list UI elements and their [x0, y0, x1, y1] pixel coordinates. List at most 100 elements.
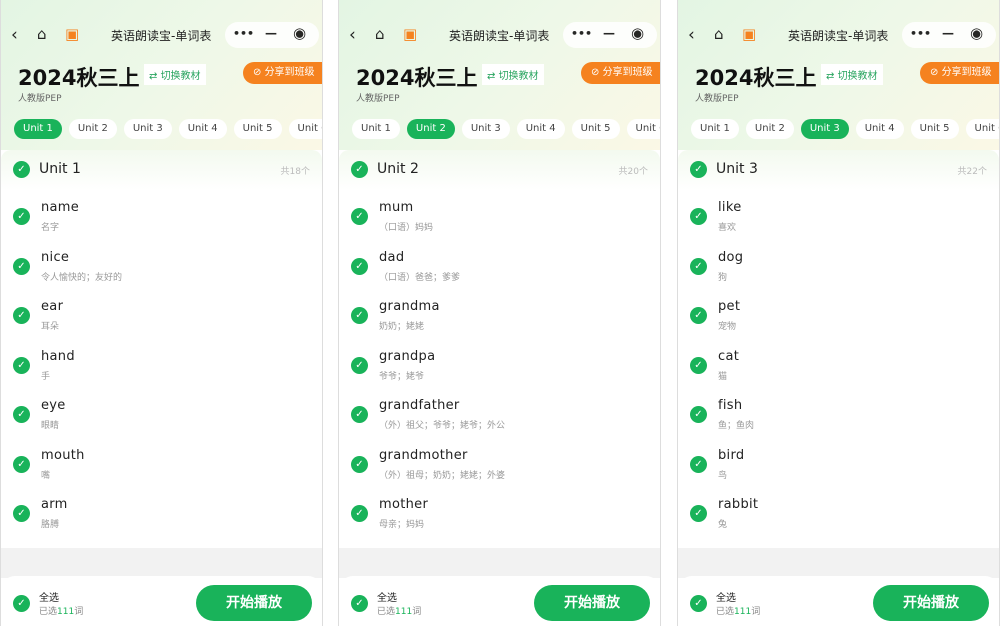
check-icon[interactable]: ✓ [13, 455, 30, 473]
switch-textbook-button[interactable]: ⇄ 切换教材 [482, 64, 544, 85]
more-icon[interactable]: ••• [910, 27, 931, 40]
select-all-label[interactable]: 全选 [377, 589, 397, 604]
word-item[interactable]: ✓ ear 耳朵 [1, 295, 322, 345]
tab-unit-1[interactable]: Unit 1 [691, 119, 739, 139]
more-icon[interactable]: ••• [233, 27, 254, 40]
close-icon[interactable]: ◉ [631, 24, 644, 42]
check-icon[interactable]: ✓ [690, 406, 707, 423]
check-icon[interactable]: ✓ [690, 356, 707, 374]
word-item[interactable]: ✓ mother 母亲；妈妈 [339, 493, 660, 543]
home-icon[interactable]: ⌂ [375, 25, 385, 43]
minimize-icon[interactable]: — [265, 26, 277, 40]
home-icon[interactable]: ⌂ [37, 25, 47, 43]
check-icon[interactable]: ✓ [13, 505, 30, 522]
tab-unit-1[interactable]: Unit 1 [352, 119, 400, 139]
tab-unit-2[interactable]: Unit 2 [68, 119, 117, 139]
chevron-left-icon[interactable]: ‹ [11, 25, 18, 45]
select-all-check-icon[interactable]: ✓ [13, 595, 30, 612]
word-item[interactable]: ✓ arm 胳膊 [1, 493, 322, 543]
tab-unit-4[interactable]: Unit 4 [516, 119, 565, 139]
switch-textbook-button[interactable]: ⇄ 切换教材 [821, 64, 883, 85]
tab-unit-5[interactable]: Unit 5 [571, 119, 620, 139]
word-item[interactable]: ✓ name 名字 [1, 196, 322, 246]
close-icon[interactable]: ◉ [970, 24, 983, 42]
check-icon[interactable]: ✓ [351, 406, 368, 423]
word-item[interactable]: ✓ eye 眼睛 [1, 394, 322, 444]
tab-unit-3[interactable]: Unit 3 [800, 119, 849, 139]
tab-unit-3[interactable]: Unit 3 [461, 119, 510, 139]
more-icon[interactable]: ••• [571, 27, 592, 40]
tab-unit-6[interactable]: Unit 6 [626, 119, 660, 139]
select-all-check-icon[interactable]: ✓ [690, 595, 707, 612]
tab-unit-6[interactable]: Unit 6 [288, 119, 322, 139]
gift-icon[interactable]: ▣ [65, 25, 79, 43]
check-icon[interactable]: ✓ [690, 307, 707, 324]
word-item[interactable]: ✓ pet 宠物 [678, 295, 999, 345]
switch-textbook-button[interactable]: ⇄ 切换教材 [144, 64, 206, 85]
word-item[interactable]: ✓ grandfather （外）祖父；爷爷；姥爷；外公 [339, 394, 660, 444]
word-item[interactable]: ✓ nice 令人愉快的；友好的 [1, 246, 322, 296]
tab-unit-4[interactable]: Unit 4 [178, 119, 227, 139]
home-icon[interactable]: ⌂ [714, 25, 724, 43]
select-all-label[interactable]: 全选 [39, 589, 59, 604]
check-icon[interactable]: ✓ [13, 257, 30, 275]
check-icon[interactable]: ✓ [351, 161, 368, 178]
gift-icon[interactable]: ▣ [742, 25, 756, 43]
check-icon[interactable]: ✓ [351, 505, 368, 522]
check-icon[interactable]: ✓ [351, 307, 368, 324]
word-item[interactable]: ✓ dad （口语）爸爸；爹爹 [339, 246, 660, 296]
check-icon[interactable]: ✓ [690, 455, 707, 473]
tab-unit-4[interactable]: Unit 4 [855, 119, 904, 139]
tab-unit-5[interactable]: Unit 5 [233, 119, 282, 139]
tab-unit-6[interactable]: Unit 6 [965, 119, 999, 139]
check-icon[interactable]: ✓ [351, 356, 368, 374]
check-icon[interactable]: ✓ [351, 257, 368, 275]
divider [339, 548, 660, 578]
word-item[interactable]: ✓ mum （口语）妈妈 [339, 196, 660, 246]
check-icon[interactable]: ✓ [690, 257, 707, 275]
word-item[interactable]: ✓ like 喜欢 [678, 196, 999, 246]
check-icon[interactable]: ✓ [13, 208, 30, 225]
check-icon[interactable]: ✓ [690, 161, 707, 178]
start-play-button[interactable]: 开始播放 [534, 585, 650, 621]
unit-header[interactable]: ✓ Unit 1 共18个 [1, 150, 322, 190]
check-icon[interactable]: ✓ [690, 208, 707, 225]
word-item[interactable]: ✓ grandpa 爷爷；姥爷 [339, 345, 660, 395]
word-item[interactable]: ✓ rabbit 兔 [678, 493, 999, 543]
word-item[interactable]: ✓ mouth 嘴 [1, 444, 322, 494]
share-to-class-button[interactable]: ⊘ 分享到班级 [581, 62, 660, 84]
check-icon[interactable]: ✓ [13, 356, 30, 374]
gift-icon[interactable]: ▣ [403, 25, 417, 43]
word-item[interactable]: ✓ bird 鸟 [678, 444, 999, 494]
tab-unit-5[interactable]: Unit 5 [910, 119, 959, 139]
share-to-class-button[interactable]: ⊘ 分享到班级 [920, 62, 999, 84]
close-icon[interactable]: ◉ [293, 24, 306, 42]
word-item[interactable]: ✓ cat 猫 [678, 345, 999, 395]
check-icon[interactable]: ✓ [351, 208, 368, 225]
select-all-label[interactable]: 全选 [716, 589, 736, 604]
word-item[interactable]: ✓ hand 手 [1, 345, 322, 395]
word-item[interactable]: ✓ dog 狗 [678, 246, 999, 296]
tab-unit-2[interactable]: Unit 2 [745, 119, 794, 139]
word-item[interactable]: ✓ fish 鱼；鱼肉 [678, 394, 999, 444]
tab-unit-2[interactable]: Unit 2 [406, 119, 455, 139]
chevron-left-icon[interactable]: ‹ [349, 25, 356, 45]
word-item[interactable]: ✓ grandmother （外）祖母；奶奶；姥姥；外婆 [339, 444, 660, 494]
minimize-icon[interactable]: — [942, 26, 954, 40]
tab-unit-3[interactable]: Unit 3 [123, 119, 172, 139]
check-icon[interactable]: ✓ [351, 455, 368, 473]
select-all-check-icon[interactable]: ✓ [351, 595, 368, 612]
minimize-icon[interactable]: — [603, 26, 615, 40]
check-icon[interactable]: ✓ [13, 406, 30, 423]
chevron-left-icon[interactable]: ‹ [688, 25, 695, 45]
share-to-class-button[interactable]: ⊘ 分享到班级 [243, 62, 322, 84]
start-play-button[interactable]: 开始播放 [196, 585, 312, 621]
tab-unit-1[interactable]: Unit 1 [14, 119, 62, 139]
check-icon[interactable]: ✓ [13, 307, 30, 324]
check-icon[interactable]: ✓ [13, 161, 30, 178]
unit-header[interactable]: ✓ Unit 2 共20个 [339, 150, 660, 190]
unit-header[interactable]: ✓ Unit 3 共22个 [678, 150, 999, 190]
word-item[interactable]: ✓ grandma 奶奶；姥姥 [339, 295, 660, 345]
start-play-button[interactable]: 开始播放 [873, 585, 989, 621]
check-icon[interactable]: ✓ [690, 505, 707, 522]
